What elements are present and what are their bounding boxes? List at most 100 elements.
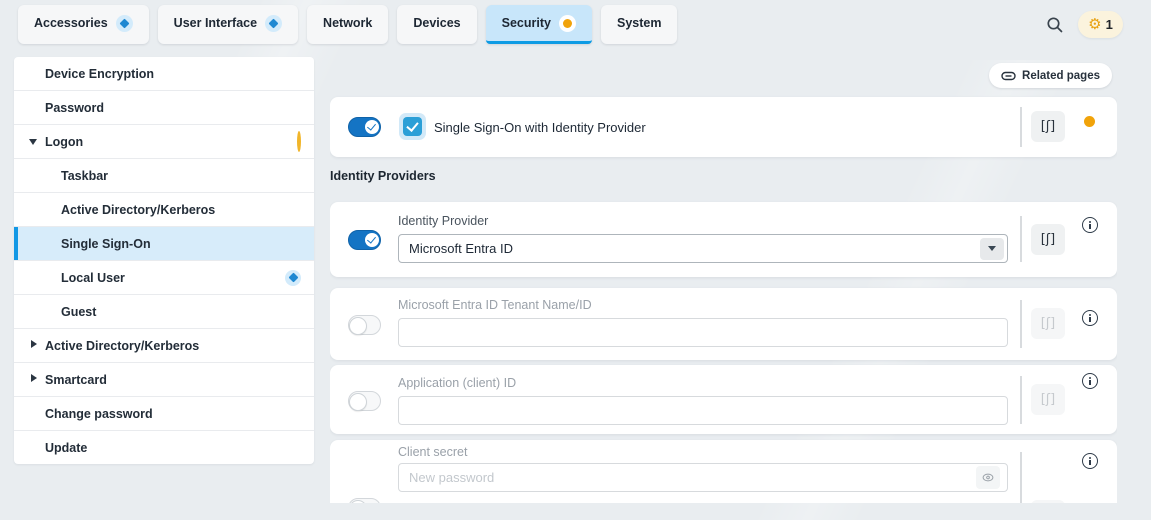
client-id-input[interactable]: [398, 396, 1008, 425]
parameter-button[interactable]: [ʃ]: [1031, 500, 1065, 503]
tab-label: Network: [323, 16, 372, 30]
diamond-icon: [119, 18, 129, 28]
sidebar-item-local-user[interactable]: Local User: [14, 261, 314, 295]
client-id-label: Application (client) ID: [398, 376, 516, 390]
parameter-button[interactable]: [ʃ]: [1031, 384, 1065, 415]
sidebar-item-active-directory-kerberos[interactable]: Active Directory/Kerberos: [14, 193, 314, 227]
parameter-button[interactable]: [ʃ]: [1031, 224, 1065, 255]
tab-bar: Accessories User Interface Network Devic…: [18, 5, 677, 44]
sidebar-item-update[interactable]: Update: [14, 431, 314, 464]
client-id-card: Application (client) ID [ʃ]: [330, 365, 1117, 434]
info-icon[interactable]: [1082, 373, 1098, 389]
modified-indicator-dot: [1084, 116, 1095, 127]
sidebar-item-label: Smartcard: [45, 373, 107, 387]
tab-accessories[interactable]: Accessories: [18, 5, 149, 44]
sso-checkbox-halo: [399, 113, 426, 140]
sso-master-card: Single Sign-On with Identity Provider [ʃ…: [330, 97, 1117, 157]
divider: [1020, 452, 1022, 503]
sso-enable-toggle[interactable]: [348, 117, 381, 137]
modified-diamond-badge: [116, 15, 133, 32]
related-pages-button[interactable]: Related pages: [989, 63, 1112, 88]
modified-count: 1: [1106, 17, 1113, 32]
modified-diamond-badge: [285, 270, 301, 286]
sso-checkbox[interactable]: [403, 117, 422, 136]
sidebar-item-label: Active Directory/Kerberos: [61, 203, 215, 217]
sidebar-item-label: Local User: [61, 271, 125, 285]
sidebar-item-logon[interactable]: Logon: [14, 125, 314, 159]
client-id-toggle[interactable]: [348, 391, 381, 411]
sidebar-item-label: Active Directory/Kerberos: [45, 339, 199, 353]
tab-network[interactable]: Network: [307, 5, 388, 44]
tab-security[interactable]: Security: [486, 5, 592, 44]
sidebar-item-label: Change password: [45, 407, 153, 421]
info-icon[interactable]: [1082, 217, 1098, 233]
tab-system[interactable]: System: [601, 5, 677, 44]
tenant-toggle[interactable]: [348, 315, 381, 335]
modified-dot-badge: [559, 15, 576, 32]
divider: [1020, 216, 1022, 262]
parameter-button[interactable]: [ʃ]: [1031, 308, 1065, 339]
sso-row-label: Single Sign-On with Identity Provider: [434, 120, 646, 135]
check-icon: [367, 234, 376, 243]
orange-ring-icon: [297, 131, 301, 152]
identity-provider-select[interactable]: Microsoft Entra ID: [398, 234, 1008, 263]
sidebar-item-active-directory-kerberos-group[interactable]: Active Directory/Kerberos: [14, 329, 314, 363]
identity-provider-label: Identity Provider: [398, 214, 488, 228]
modified-ring-badge: [297, 133, 301, 151]
tab-label: Security: [502, 16, 551, 30]
client-secret-label: Client secret: [398, 445, 467, 459]
dropdown-arrow-button[interactable]: [980, 238, 1004, 260]
sidebar-item-label: Single Sign-On: [61, 237, 151, 251]
tab-devices[interactable]: Devices: [397, 5, 476, 44]
orange-dot-icon: [563, 19, 572, 28]
gear-icon: ⚙: [1088, 17, 1101, 32]
search-icon[interactable]: [1044, 14, 1066, 36]
settings-panel: Related pages Single Sign-On with Identi…: [330, 55, 1117, 503]
diamond-icon: [269, 18, 279, 28]
tab-user-interface[interactable]: User Interface: [158, 5, 298, 44]
info-icon[interactable]: [1082, 310, 1098, 326]
tenant-input[interactable]: [398, 318, 1008, 347]
sidebar-item-smartcard[interactable]: Smartcard: [14, 363, 314, 397]
sidebar-item-guest[interactable]: Guest: [14, 295, 314, 329]
sidebar: Device Encryption Password Logon Taskbar…: [14, 57, 314, 464]
divider: [1020, 376, 1022, 424]
chevron-right-icon: [31, 340, 37, 348]
identity-provider-toggle[interactable]: [348, 230, 381, 250]
toggle-knob: [349, 317, 367, 335]
parameter-button[interactable]: [ʃ]: [1031, 111, 1065, 142]
show-password-button[interactable]: [976, 466, 1000, 489]
sidebar-item-taskbar[interactable]: Taskbar: [14, 159, 314, 193]
modified-settings-badge[interactable]: ⚙ 1: [1078, 11, 1123, 38]
sidebar-item-label: Guest: [61, 305, 96, 319]
tab-label: System: [617, 16, 661, 30]
sidebar-item-label: Device Encryption: [45, 67, 154, 81]
eye-icon: [982, 472, 994, 483]
check-icon: [406, 119, 418, 132]
section-heading: Identity Providers: [330, 169, 436, 183]
chevron-down-icon: [988, 246, 996, 251]
check-icon: [367, 121, 376, 130]
sidebar-item-change-password[interactable]: Change password: [14, 397, 314, 431]
toggle-knob: [349, 393, 367, 411]
sidebar-item-password[interactable]: Password: [14, 91, 314, 125]
toggle-knob: [365, 120, 379, 134]
chevron-down-icon: [29, 139, 37, 145]
client-secret-input[interactable]: [398, 463, 1008, 492]
selected-value: Microsoft Entra ID: [409, 235, 513, 262]
related-pages-label: Related pages: [1022, 70, 1100, 82]
settings-window: Accessories User Interface Network Devic…: [0, 0, 1151, 518]
sidebar-item-label: Logon: [45, 135, 83, 149]
tenant-card: Microsoft Entra ID Tenant Name/ID [ʃ]: [330, 288, 1117, 360]
sidebar-item-single-sign-on[interactable]: Single Sign-On: [14, 227, 314, 261]
toggle-knob: [349, 500, 367, 504]
sidebar-item-device-encryption[interactable]: Device Encryption: [14, 57, 314, 91]
diamond-icon: [288, 273, 298, 283]
sidebar-item-label: Password: [45, 101, 104, 115]
sidebar-item-label: Update: [45, 441, 87, 455]
info-icon[interactable]: [1082, 453, 1098, 469]
tab-label: User Interface: [174, 16, 257, 30]
tab-label: Devices: [413, 16, 460, 30]
sidebar-item-label: Taskbar: [61, 169, 108, 183]
client-secret-toggle[interactable]: [348, 498, 381, 503]
